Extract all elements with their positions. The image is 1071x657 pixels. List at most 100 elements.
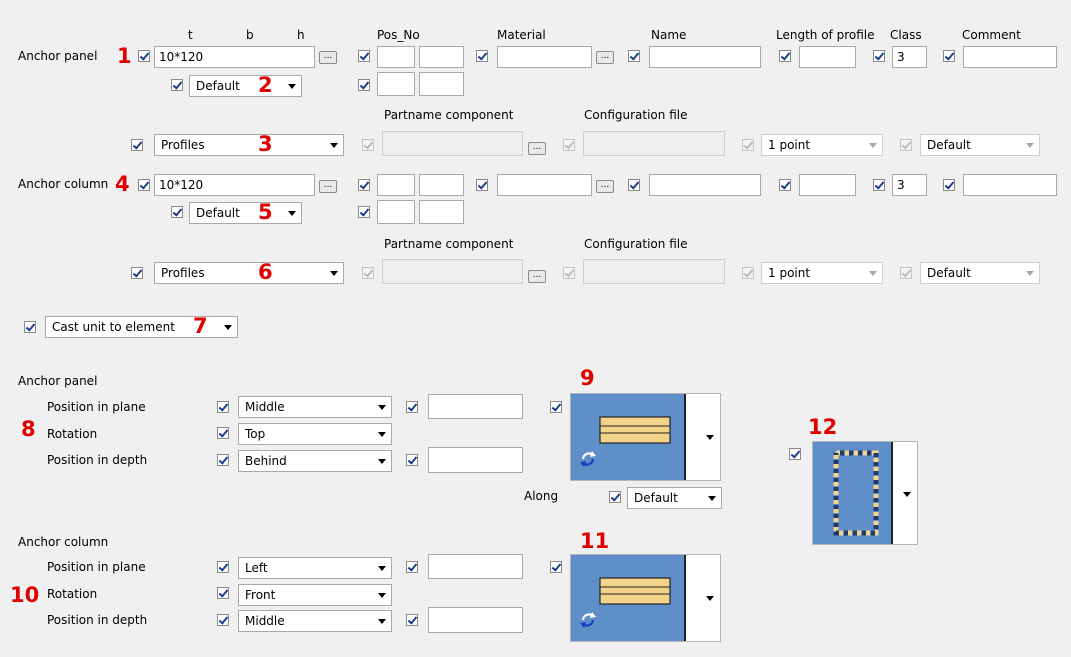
anchor-panel-posno-start[interactable] bbox=[419, 46, 464, 68]
anchor-column-default-dropdown[interactable]: Default bbox=[189, 202, 302, 224]
column-depth-offset-input[interactable] bbox=[428, 607, 523, 633]
column-plane-dropdown[interactable]: Left bbox=[238, 557, 392, 579]
panel-rotation-label: Rotation bbox=[47, 427, 98, 441]
config-default-dropdown-2[interactable]: Default bbox=[920, 262, 1040, 284]
panel-plane-dropdown[interactable]: Middle bbox=[238, 396, 392, 418]
column-plane-checkbox[interactable] bbox=[217, 561, 229, 573]
anchor-panel-profiles-dropdown[interactable]: Profiles bbox=[154, 134, 344, 156]
anchor-column-profile-input[interactable]: 10*120 bbox=[154, 174, 315, 196]
dropdown-arrow-icon bbox=[378, 593, 386, 598]
anchor-panel-posno-prefix[interactable] bbox=[377, 46, 415, 68]
panel-picture-dropdown[interactable] bbox=[570, 393, 721, 481]
dropdown-value: Profiles bbox=[161, 138, 205, 152]
anchor-panel-default-dropdown[interactable]: Default bbox=[189, 75, 302, 97]
column-rotation-checkbox[interactable] bbox=[217, 587, 229, 599]
cast-unit-dropdown[interactable]: Cast unit to element bbox=[45, 316, 238, 338]
anchor-column-default-checkbox[interactable] bbox=[171, 206, 183, 218]
anchor-column-posno2-start[interactable] bbox=[419, 200, 464, 224]
panel-plane-offset-input[interactable] bbox=[428, 394, 523, 419]
header-b: b bbox=[246, 28, 254, 42]
along-dropdown[interactable]: Default bbox=[627, 487, 722, 509]
point-dropdown-2[interactable]: 1 point bbox=[761, 262, 883, 284]
anchor-panel-posno2-start[interactable] bbox=[419, 72, 464, 96]
anchor-panel-name-input[interactable] bbox=[649, 46, 761, 68]
anchor-panel-posno2-checkbox[interactable] bbox=[358, 79, 370, 91]
anchor-column-comment-checkbox[interactable] bbox=[943, 179, 955, 191]
anchor-panel-profiles-checkbox[interactable] bbox=[131, 139, 143, 151]
cast-unit-shape-icon bbox=[833, 450, 879, 536]
anchor-panel-material-input[interactable] bbox=[497, 46, 592, 68]
anchor-panel-length-input[interactable] bbox=[799, 46, 856, 68]
anchor-column-length-input[interactable] bbox=[799, 174, 856, 196]
anchor-column-posno-checkbox[interactable] bbox=[358, 179, 370, 191]
panel-picture-checkbox[interactable] bbox=[550, 401, 562, 413]
cast-picture-checkbox[interactable] bbox=[789, 448, 801, 460]
anchor-panel-posno2-prefix[interactable] bbox=[377, 72, 415, 96]
dropdown-value: Default bbox=[927, 138, 971, 152]
anchor-panel-comment-input[interactable] bbox=[963, 46, 1057, 68]
column-picture-checkbox[interactable] bbox=[550, 561, 562, 573]
panel-depth-offset-checkbox[interactable] bbox=[406, 454, 418, 466]
anchor-panel-profile-checkbox[interactable] bbox=[138, 50, 150, 62]
browse-dots-icon[interactable]: ... bbox=[596, 180, 614, 193]
anchor-panel-class-checkbox[interactable] bbox=[873, 50, 885, 62]
anchor-column-class-input[interactable]: 3 bbox=[892, 174, 927, 196]
marker-7: 7 bbox=[193, 314, 208, 338]
browse-dots-icon[interactable]: ... bbox=[528, 270, 546, 283]
anchor-panel-posno-checkbox[interactable] bbox=[358, 50, 370, 62]
anchor-column-class-checkbox[interactable] bbox=[873, 179, 885, 191]
column-plane-offset-checkbox[interactable] bbox=[406, 561, 418, 573]
browse-dots-icon[interactable]: ... bbox=[319, 180, 337, 193]
browse-dots-icon[interactable]: ... bbox=[319, 51, 337, 64]
anchor-column-posno2-prefix[interactable] bbox=[377, 200, 415, 224]
dropdown-arrow-icon bbox=[288, 84, 296, 89]
browse-dots-icon[interactable]: ... bbox=[596, 51, 614, 64]
anchor-panel-comment-checkbox[interactable] bbox=[943, 50, 955, 62]
point-dropdown[interactable]: 1 point bbox=[761, 134, 883, 156]
column-depth-checkbox[interactable] bbox=[217, 614, 229, 626]
anchor-column-material-checkbox[interactable] bbox=[476, 179, 488, 191]
anchor-column-name-checkbox[interactable] bbox=[628, 179, 640, 191]
marker-2: 2 bbox=[258, 73, 273, 97]
column-plane-label: Position in plane bbox=[47, 560, 146, 574]
anchor-column-comment-input[interactable] bbox=[963, 174, 1057, 196]
anchor-panel-class-input[interactable]: 3 bbox=[892, 46, 927, 68]
anchor-column-name-input[interactable] bbox=[649, 174, 761, 196]
along-checkbox[interactable] bbox=[609, 491, 621, 503]
header-partname-component: Partname component bbox=[384, 108, 514, 122]
anchor-column-profiles-checkbox[interactable] bbox=[131, 267, 143, 279]
cast-unit-checkbox[interactable] bbox=[24, 321, 36, 333]
panel-depth-checkbox[interactable] bbox=[217, 454, 229, 466]
anchor-column-length-checkbox[interactable] bbox=[779, 179, 791, 191]
cast-picture-dropdown[interactable] bbox=[812, 441, 918, 545]
anchor-column-posno-start[interactable] bbox=[419, 174, 464, 196]
browse-dots-icon[interactable]: ... bbox=[528, 142, 546, 155]
anchor-panel-profile-input[interactable]: 10*120 bbox=[154, 46, 315, 68]
column-picture-dropdown[interactable] bbox=[570, 554, 721, 642]
anchor-column-posno-prefix[interactable] bbox=[377, 174, 415, 196]
anchor-panel-name-checkbox[interactable] bbox=[628, 50, 640, 62]
column-depth-dropdown[interactable]: Middle bbox=[238, 610, 392, 632]
column-rotation-dropdown[interactable]: Front bbox=[238, 584, 392, 606]
panel-depth-offset-input[interactable] bbox=[428, 447, 523, 473]
column-depth-offset-checkbox[interactable] bbox=[406, 614, 418, 626]
config-default-dropdown[interactable]: Default bbox=[920, 134, 1040, 156]
panel-rotation-dropdown[interactable]: Top bbox=[238, 423, 392, 445]
panel-depth-dropdown[interactable]: Behind bbox=[238, 450, 392, 472]
anchor-column-posno2-checkbox[interactable] bbox=[358, 206, 370, 218]
panel-rotation-checkbox[interactable] bbox=[217, 427, 229, 439]
anchor-panel-length-checkbox[interactable] bbox=[779, 50, 791, 62]
anchor-panel-material-checkbox[interactable] bbox=[476, 50, 488, 62]
profile-shape-icon bbox=[599, 416, 671, 444]
header-class: Class bbox=[890, 28, 922, 42]
panel-plane-offset-checkbox[interactable] bbox=[406, 401, 418, 413]
panel-plane-checkbox[interactable] bbox=[217, 401, 229, 413]
dropdown-arrow-icon bbox=[903, 492, 911, 497]
anchor-panel-default-checkbox[interactable] bbox=[171, 79, 183, 91]
anchor-column-profiles-dropdown[interactable]: Profiles bbox=[154, 262, 344, 284]
anchor-column-material-input[interactable] bbox=[497, 174, 592, 196]
header-length: Length of profile bbox=[776, 28, 875, 42]
partname-checkbox-2 bbox=[362, 267, 374, 279]
column-plane-offset-input[interactable] bbox=[428, 554, 523, 579]
anchor-column-profile-checkbox[interactable] bbox=[138, 179, 150, 191]
